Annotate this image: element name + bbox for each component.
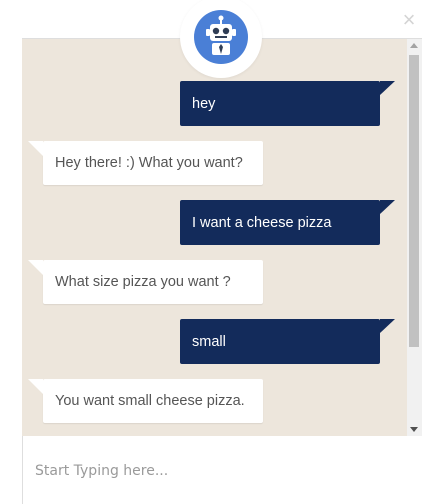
user-message: small bbox=[180, 319, 395, 364]
message-input[interactable] bbox=[33, 459, 407, 483]
bot-message: What size pizza you want ? bbox=[28, 260, 263, 304]
message-text: You want small cheese pizza. bbox=[55, 393, 245, 409]
bot-message: You want small cheese pizza. bbox=[28, 379, 263, 423]
close-button[interactable]: × bbox=[401, 9, 417, 31]
message-text: hey bbox=[192, 95, 216, 112]
scroll-down-arrow-icon[interactable] bbox=[410, 427, 418, 432]
message-scrollbar[interactable] bbox=[407, 39, 422, 436]
user-message: I want a cheese pizza bbox=[180, 200, 395, 245]
message-composer bbox=[23, 437, 422, 504]
user-message: hey bbox=[180, 81, 395, 126]
message-text: small bbox=[192, 333, 226, 350]
scroll-thumb[interactable] bbox=[409, 55, 419, 347]
robot-icon bbox=[194, 10, 248, 64]
message-text: Hey there! :) What you want? bbox=[55, 155, 243, 171]
scroll-up-arrow-icon[interactable] bbox=[410, 43, 418, 48]
message-list: hey Hey there! :) What you want? I want … bbox=[22, 39, 407, 436]
message-text: I want a cheese pizza bbox=[192, 214, 332, 231]
bot-message: Hey there! :) What you want? bbox=[28, 141, 263, 185]
message-text: What size pizza you want ? bbox=[55, 274, 231, 290]
